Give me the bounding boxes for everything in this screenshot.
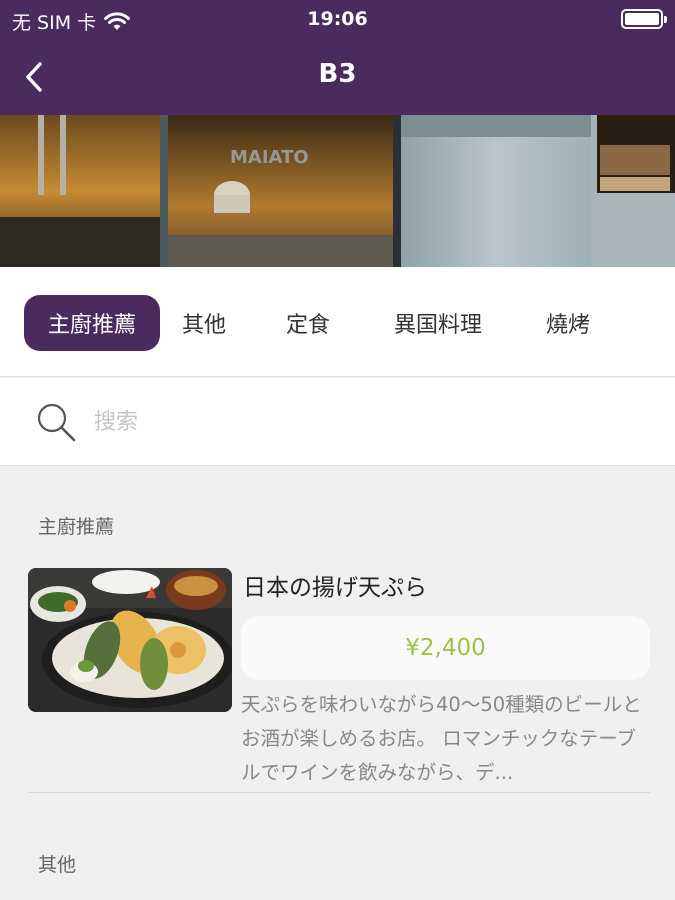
- section-title-chef-recommend: 主廚推薦: [38, 516, 115, 538]
- nav-bar: B3: [0, 45, 675, 105]
- tab-other[interactable]: 其他: [164, 295, 244, 351]
- menu-item-description: 天ぷらを味わいながら40～50種類のビールとお酒が楽しめるお店。 ロマンチックな…: [241, 693, 642, 784]
- tab-set-meal[interactable]: 定食: [268, 295, 348, 351]
- menu-item-name: 日本の揚げ天ぷら: [243, 575, 427, 601]
- tab-chef-recommend[interactable]: 主廚推薦: [24, 295, 160, 351]
- status-time: 19:06: [307, 8, 368, 30]
- top-bar: 无 SIM 卡 19:06 B3: [0, 0, 675, 115]
- battery-icon: [621, 9, 667, 29]
- status-bar: 无 SIM 卡 19:06: [0, 0, 675, 38]
- menu-item-image: [28, 568, 232, 712]
- page-title: B3: [318, 59, 357, 89]
- tab-grill[interactable]: 燒烤: [526, 295, 610, 351]
- section-title-other: 其他: [38, 854, 77, 876]
- search-input[interactable]: [94, 402, 634, 442]
- restaurant-banner-image: MAIATO: [0, 115, 675, 267]
- category-tabs: 主廚推薦 其他 定食 異国料理 燒烤: [0, 267, 675, 377]
- tab-foreign-cuisine[interactable]: 異国料理: [378, 295, 498, 351]
- menu-item[interactable]: 日本の揚げ天ぷら ¥2,400 天ぷらを味わいながら40～50種類のビールとお酒…: [28, 560, 650, 793]
- search-bar: [0, 378, 675, 466]
- menu-item-price[interactable]: ¥2,400: [241, 616, 650, 680]
- svg-text:MAIATO: MAIATO: [230, 147, 309, 168]
- search-icon: [37, 403, 76, 442]
